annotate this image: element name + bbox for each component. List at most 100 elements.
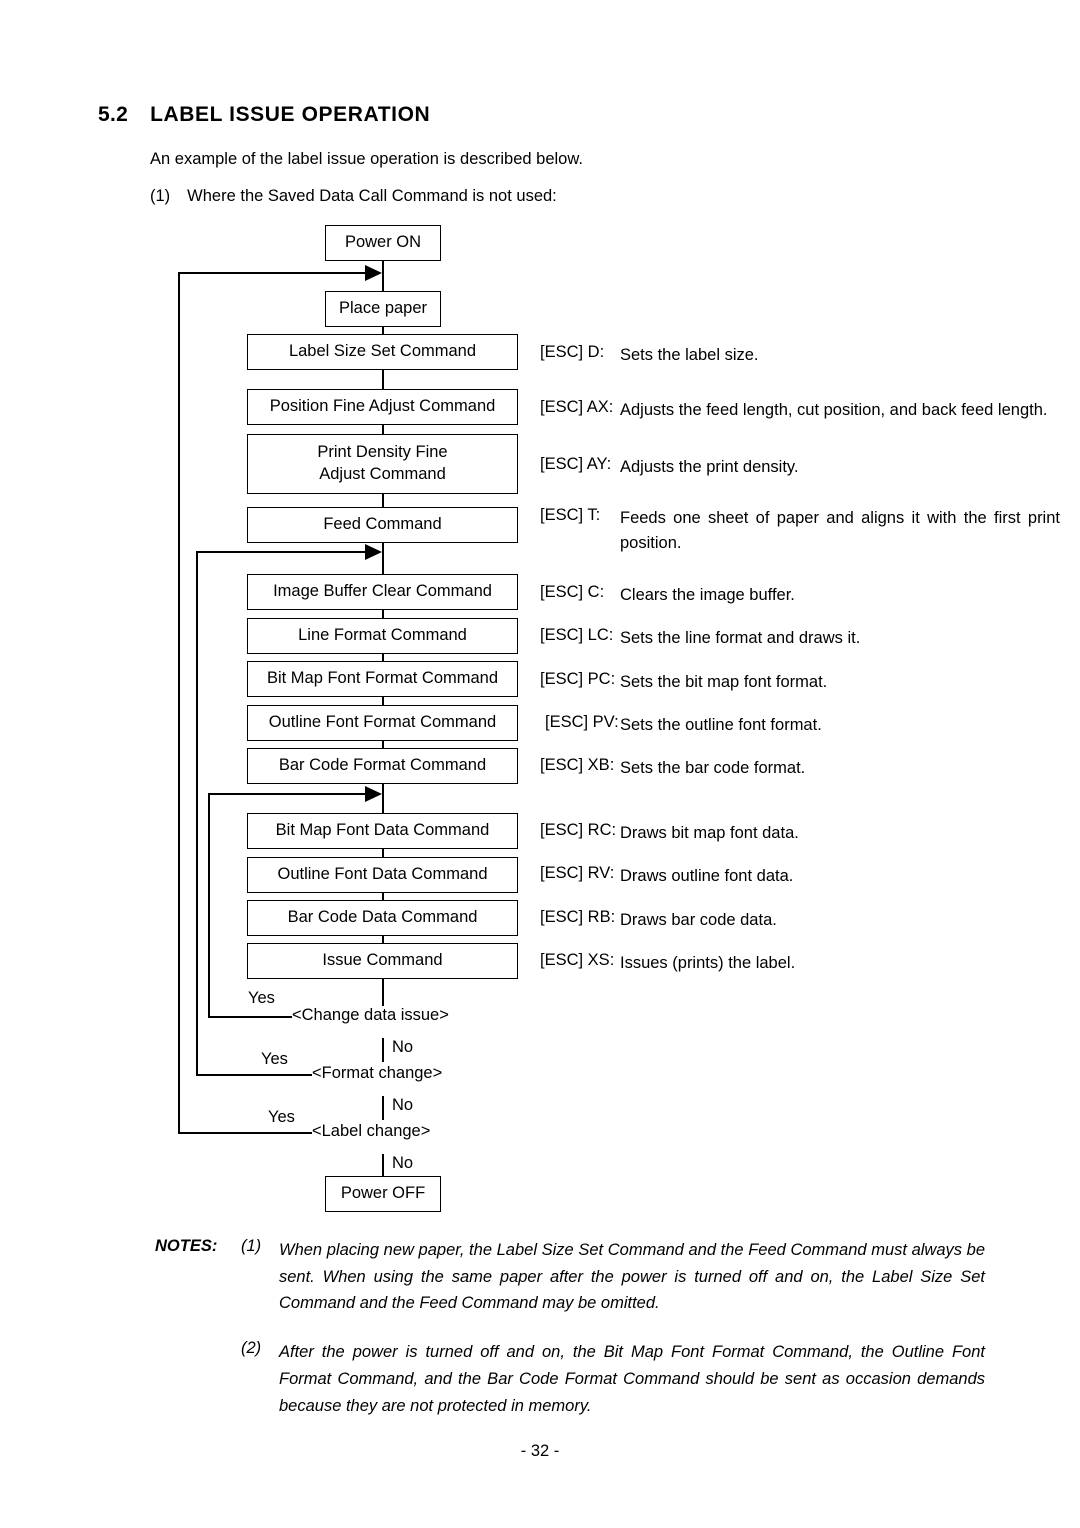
flow-box-image-buffer-clear-label: Image Buffer Clear Command [273, 582, 492, 601]
command-row-esc-ay: [ESC] AY: Adjusts the print density. [540, 455, 799, 480]
label-issue-flowchart: Power ON Place paper Label Size Set Comm… [0, 0, 1080, 1250]
decision-label-change-no: No [392, 1154, 414, 1172]
loopback-format-change-arrow [365, 544, 382, 560]
decision-label-change: <Label change> [312, 1122, 431, 1141]
flow-box-print-density-fine-adjust: Print Density Fine Adjust Command [247, 434, 518, 494]
flow-box-power-on-label: Power ON [344, 233, 422, 252]
flow-box-position-fine-adjust-label: Position Fine Adjust Command [269, 397, 496, 416]
connector-outline-data-to-barcode-data [382, 893, 384, 900]
decision-label-change-yes: Yes [268, 1108, 295, 1126]
flow-box-feed: Feed Command [247, 507, 518, 543]
connector-barcode-data-to-issue [382, 936, 384, 943]
flow-box-outline-font-data: Outline Font Data Command [247, 857, 518, 893]
command-code-esc-ax: [ESC] AX: [540, 398, 614, 416]
loopback-label-change-arrow [365, 265, 382, 281]
decision-change-data-issue-no: No [392, 1038, 414, 1056]
flow-box-position-fine-adjust: Position Fine Adjust Command [247, 389, 518, 425]
page-number: - 32 - [520, 1442, 560, 1460]
command-code-esc-pc: [ESC] PC: [540, 670, 616, 688]
flow-box-power-off-label: Power OFF [340, 1184, 426, 1203]
command-row-esc-rv: [ESC] RV: Draws outline font data. [540, 864, 793, 889]
connector-bitmap-data-to-outline-data [382, 849, 384, 857]
connector-density-to-feed [382, 494, 384, 507]
command-desc-esc-ax: Adjusts the feed length, cut position, a… [620, 401, 1048, 419]
loopback-format-change-left [196, 551, 198, 1075]
connector-line-format-to-bitmap-format [382, 654, 384, 661]
flow-box-barcode-format-label: Bar Code Format Command [278, 756, 487, 775]
command-code-esc-c: [ESC] C: [540, 583, 605, 601]
flow-box-barcode-format: Bar Code Format Command [247, 748, 518, 784]
flow-box-label-size-set: Label Size Set Command [247, 334, 518, 370]
command-row-esc-pv: [ESC] PV: Sets the outline font format. [540, 713, 822, 738]
flow-box-bitmap-font-data: Bit Map Font Data Command [247, 813, 518, 849]
flow-box-outline-font-data-label: Outline Font Data Command [277, 865, 488, 884]
connector-label-change-no-to-power-off [382, 1154, 384, 1176]
note-item-1-text: When placing new paper, the Label Size S… [279, 1241, 985, 1313]
command-desc-esc-rb: Draws bar code data. [620, 911, 777, 929]
command-code-esc-t: [ESC] T: [540, 506, 601, 524]
command-desc-esc-rv: Draws outline font data. [620, 867, 794, 885]
flow-box-bitmap-font-data-label: Bit Map Font Data Command [275, 821, 490, 840]
flow-box-bitmap-font-format: Bit Map Font Format Command [247, 661, 518, 697]
connector-label-size-to-position [382, 370, 384, 389]
command-row-esc-rb: [ESC] RB: Draws bar code data. [540, 908, 777, 933]
command-row-esc-pc: [ESC] PC: Sets the bit map font format. [540, 670, 827, 695]
command-row-esc-d: [ESC] D: Sets the label size. [540, 343, 759, 368]
command-code-esc-pv: [ESC] PV: [545, 713, 619, 731]
loopback-format-change-bottom [196, 1074, 312, 1076]
loopback-change-data-top [208, 793, 368, 795]
command-desc-esc-pv: Sets the outline font format. [620, 716, 822, 734]
connector-barcode-format-to-bitmap-data [382, 784, 384, 813]
flow-box-power-on: Power ON [325, 225, 441, 261]
loopback-change-data-arrow [365, 786, 382, 802]
command-desc-esc-rc: Draws bit map font data. [620, 824, 799, 842]
note-item-1: NOTES: (1) When placing new paper, the L… [155, 1237, 985, 1317]
connector-issue-to-change-data-decision [382, 979, 384, 1009]
flow-box-outline-font-format: Outline Font Format Command [247, 705, 518, 741]
command-desc-esc-d: Sets the label size. [620, 346, 759, 364]
command-code-esc-xb: [ESC] XB: [540, 756, 615, 774]
flow-box-power-off: Power OFF [325, 1176, 441, 1212]
connector-feed-to-image-buffer [382, 543, 384, 574]
command-row-esc-xs: [ESC] XS: Issues (prints) the label. [540, 951, 795, 976]
note-item-2: (2) After the power is turned off and on… [155, 1339, 985, 1419]
decision-change-data-issue-yes: Yes [248, 989, 275, 1007]
command-desc-esc-xb: Sets the bar code format. [620, 759, 806, 777]
command-desc-esc-ay: Adjusts the print density. [620, 458, 799, 476]
connector-outline-format-to-barcode-format [382, 741, 384, 748]
command-desc-esc-pc: Sets the bit map font format. [620, 673, 828, 691]
loopback-change-data-left [208, 793, 210, 1018]
connector-position-to-density [382, 425, 384, 434]
command-row-esc-rc: [ESC] RC: Draws bit map font data. [540, 821, 799, 846]
command-row-esc-ax: [ESC] AX: Adjusts the feed length, cut p… [540, 398, 1050, 423]
loopback-format-change-top [196, 551, 368, 553]
command-desc-esc-xs: Issues (prints) the label. [620, 954, 796, 972]
note-item-2-text: After the power is turned off and on, th… [279, 1343, 985, 1415]
loopback-label-change-bottom [178, 1132, 312, 1134]
command-desc-esc-t: Feeds one sheet of paper and aligns it w… [620, 509, 1060, 553]
connector-bitmap-format-to-outline-format [382, 697, 384, 705]
command-desc-esc-lc: Sets the line format and draws it. [620, 629, 861, 647]
notes-section: NOTES: (1) When placing new paper, the L… [155, 1237, 985, 1419]
note-item-1-number: (1) [241, 1237, 262, 1255]
connector-format-change-no-to-label-change [382, 1096, 384, 1120]
connector-place-paper-to-label-size [382, 327, 384, 334]
flow-box-place-paper-label: Place paper [338, 299, 428, 318]
command-code-esc-lc: [ESC] LC: [540, 626, 614, 644]
loopback-label-change-top [178, 272, 368, 274]
decision-format-change-no: No [392, 1096, 414, 1114]
flow-box-place-paper: Place paper [325, 291, 441, 327]
decision-format-change-yes: Yes [261, 1050, 288, 1068]
flow-box-line-format-label: Line Format Command [298, 626, 467, 645]
connector-power-on-to-place-paper [382, 261, 384, 291]
decision-change-data-issue: <Change data issue> [292, 1006, 449, 1025]
command-code-esc-rb: [ESC] RB: [540, 908, 616, 926]
loopback-change-data-bottom [208, 1016, 292, 1018]
flow-box-issue-label: Issue Command [322, 951, 443, 970]
notes-heading: NOTES: [155, 1237, 218, 1255]
flow-box-outline-font-format-label: Outline Font Format Command [268, 713, 497, 732]
loopback-label-change-left [178, 272, 180, 1133]
connector-image-buffer-to-line-format [382, 610, 384, 618]
note-item-2-number: (2) [241, 1339, 262, 1358]
command-code-esc-rc: [ESC] RC: [540, 821, 617, 839]
